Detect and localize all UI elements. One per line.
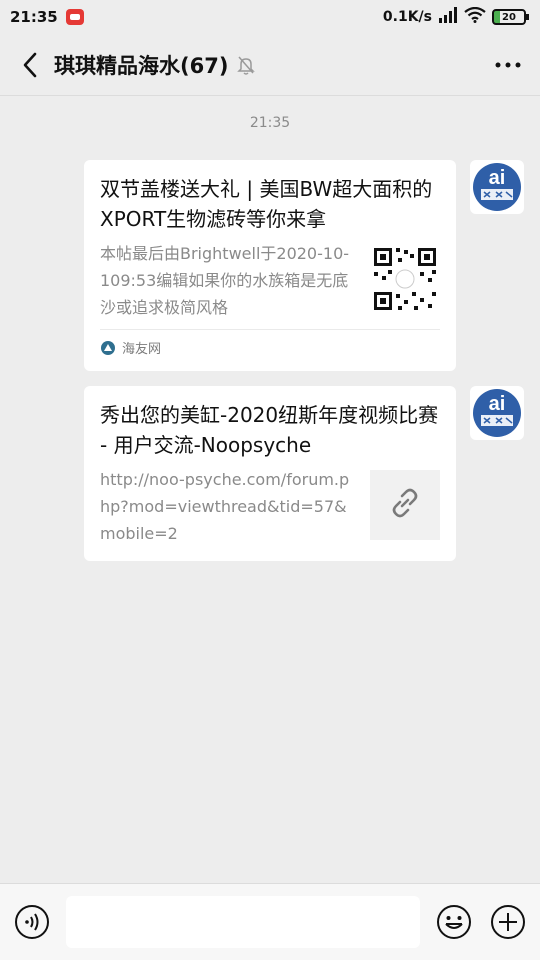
chat-timestamp: 21:35 — [249, 115, 291, 131]
card-description: 本帖最后由Brightwell于2020-10-109:53编辑如果你的水族箱是… — [100, 244, 350, 317]
sender-avatar[interactable]: ai — [470, 160, 524, 214]
sender-avatar[interactable]: ai — [470, 386, 524, 440]
status-time: 21:35 — [10, 8, 58, 26]
link-icon — [388, 486, 422, 524]
back-arrow-icon[interactable] — [14, 45, 46, 85]
card-title: 双节盖楼送大礼 | 美国BW超大面积的XPORT生物滤砖等你来拿 — [100, 177, 433, 231]
voice-icon[interactable] — [12, 902, 52, 942]
battery-level: 20 — [502, 11, 516, 23]
network-speed: 0.1K/s — [382, 9, 432, 25]
plus-icon[interactable] — [488, 902, 528, 942]
card-description: http://noo-psyche.com/forum.php?mod=view… — [100, 470, 350, 543]
link-card-message[interactable]: 双节盖楼送大礼 | 美国BW超大面积的XPORT生物滤砖等你来拿 本帖最后由Br… — [84, 160, 456, 371]
source-logo-icon — [100, 340, 116, 356]
card-source: 海友网 — [122, 342, 162, 357]
chat-header: 琪琪精品海水(67) — [0, 34, 540, 96]
wifi-icon — [464, 6, 486, 27]
app-notification-icon — [65, 9, 84, 25]
battery-icon: 20 — [492, 9, 529, 25]
card-title: 秀出您的美缸-2020纽斯年度视频比赛 - 用户交流-Noopsyche — [100, 403, 439, 457]
mute-bell-icon — [236, 53, 260, 77]
status-bar: 21:35 0.1K/s 20 — [0, 0, 540, 34]
chat-title: 琪琪精品海水(67) — [54, 53, 229, 78]
emoji-icon[interactable] — [434, 902, 474, 942]
link-card-message[interactable]: 秀出您的美缸-2020纽斯年度视频比赛 - 用户交流-Noopsyche htt… — [84, 386, 456, 561]
message-input-bar — [0, 883, 540, 960]
message-input[interactable] — [66, 896, 420, 948]
signal-icon — [438, 7, 458, 27]
link-thumbnail — [370, 470, 440, 540]
svg-text:ai: ai — [489, 167, 506, 189]
qr-code-thumbnail — [370, 244, 440, 314]
svg-text:ai: ai — [489, 393, 506, 415]
more-options-icon[interactable] — [490, 47, 526, 83]
